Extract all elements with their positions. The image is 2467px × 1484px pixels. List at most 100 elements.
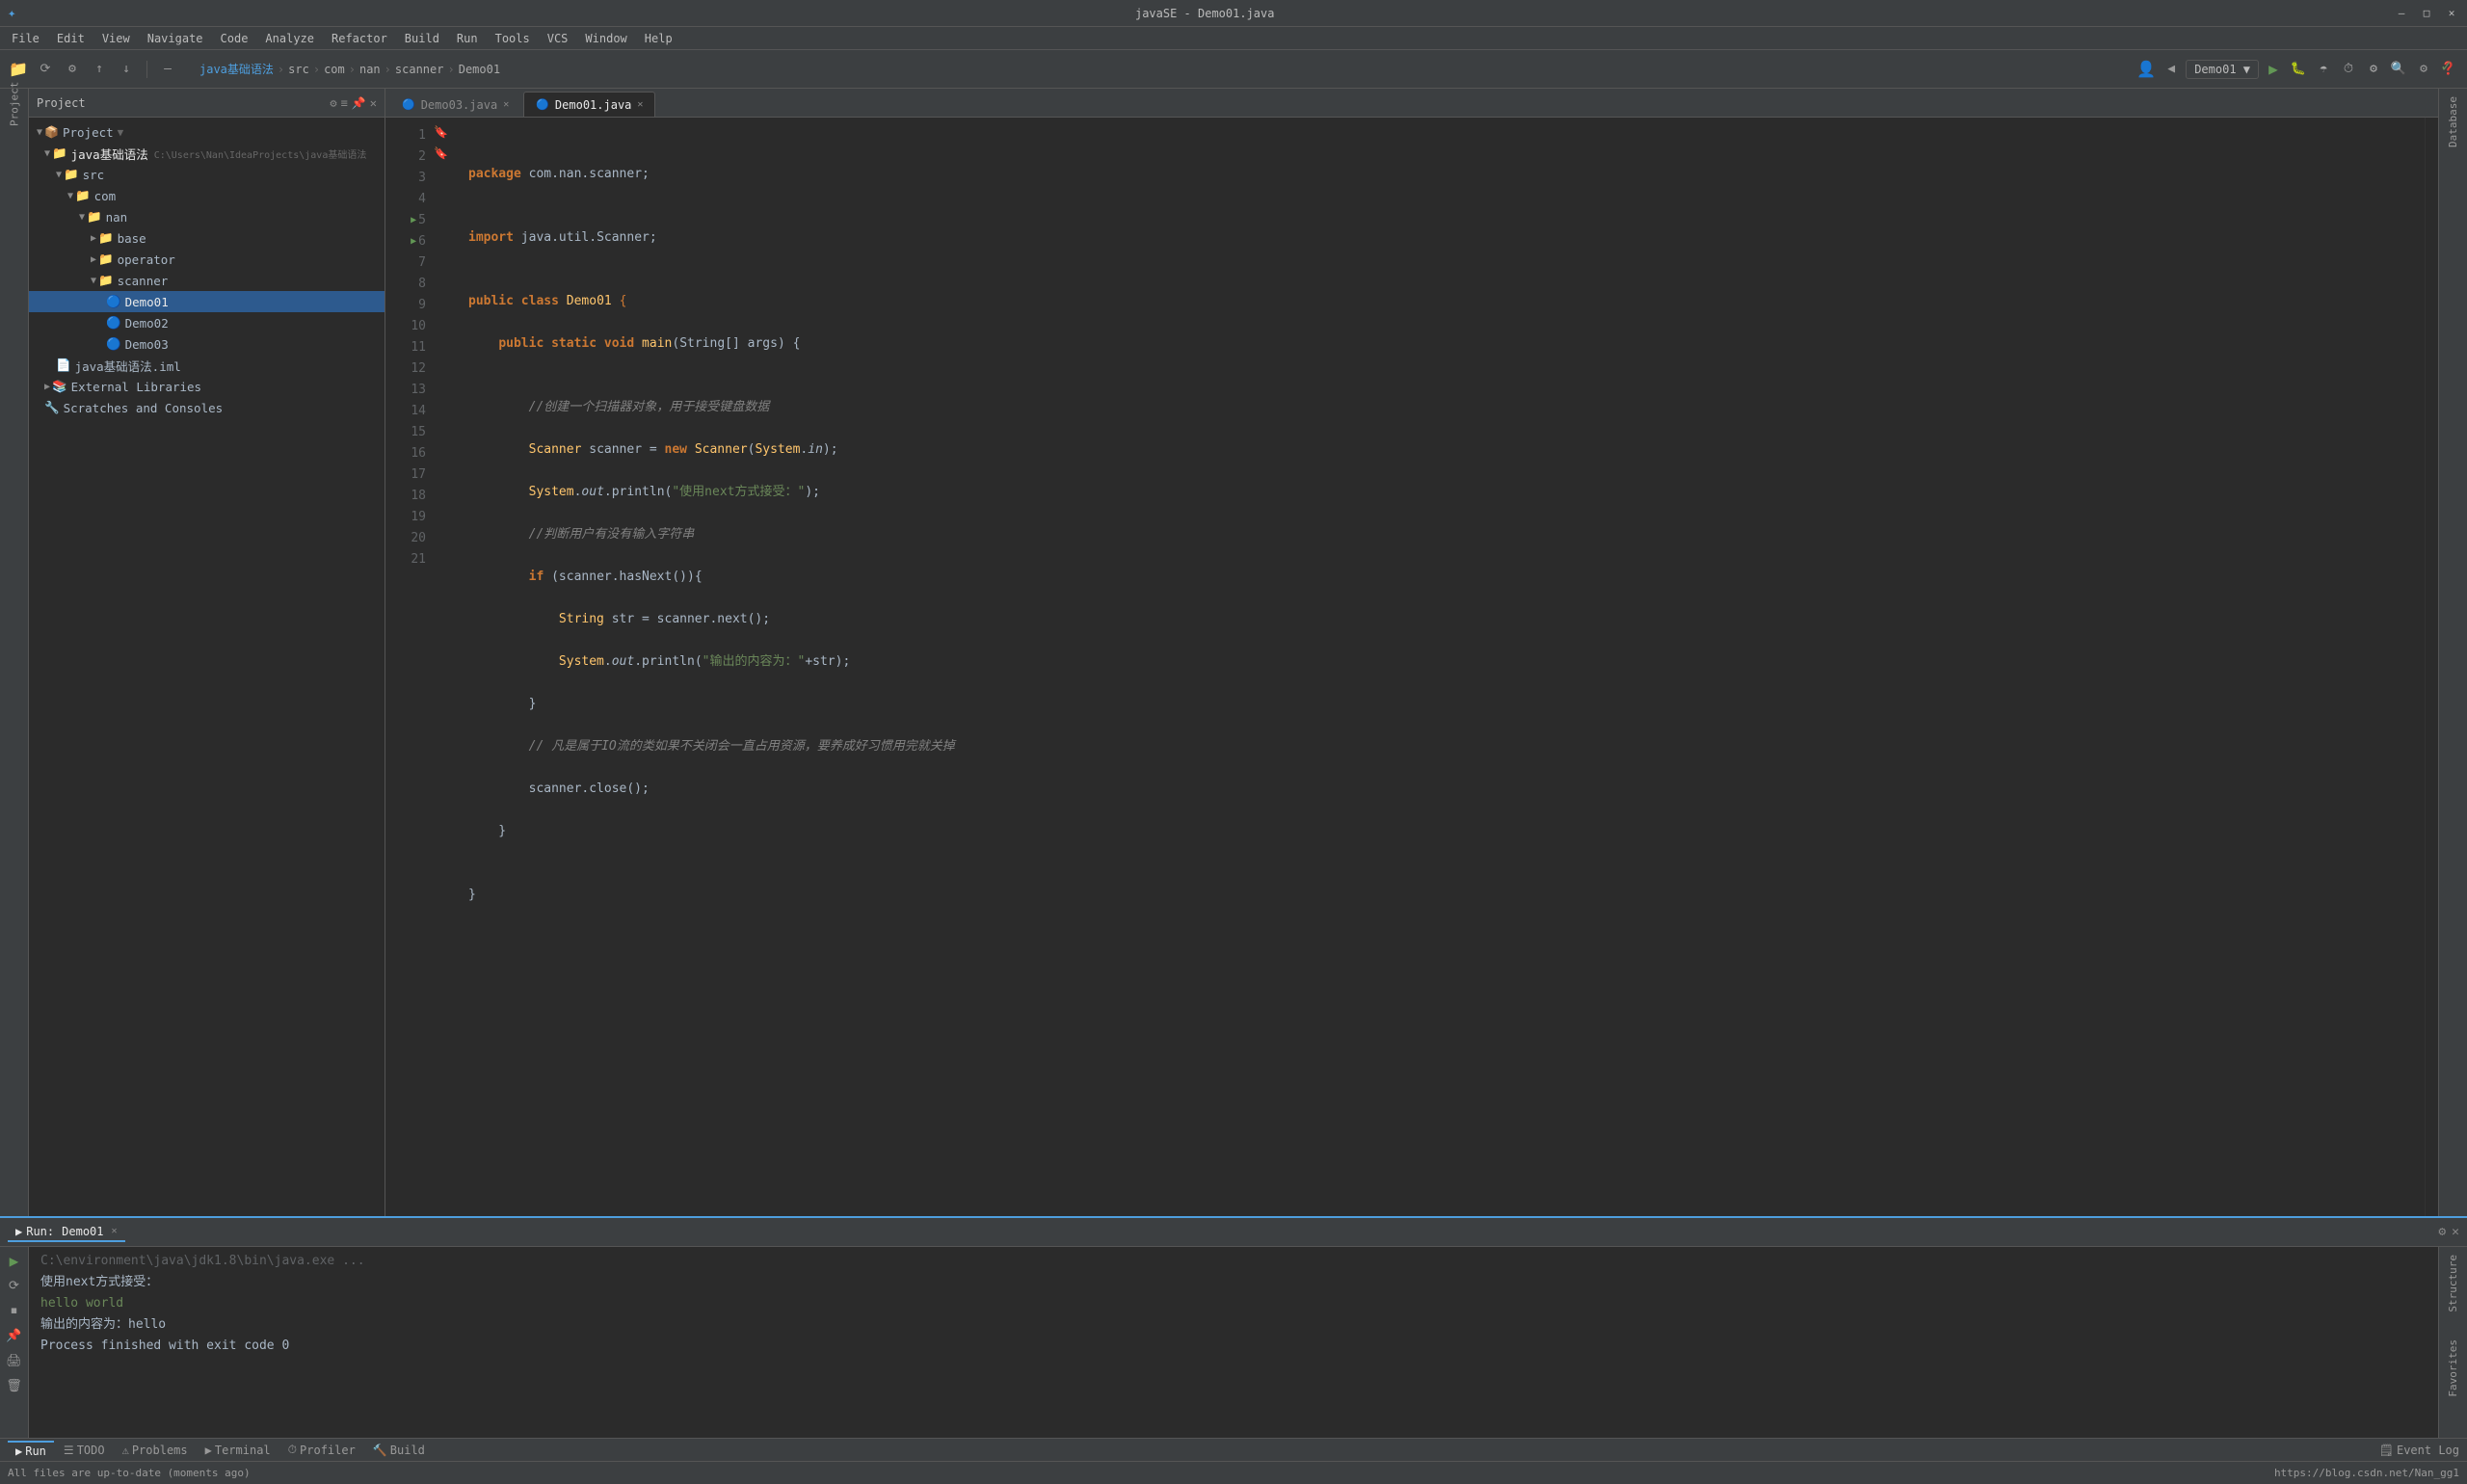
maximize-button[interactable]: □ (2419, 6, 2434, 21)
bc-scanner[interactable]: scanner (395, 63, 444, 76)
code-editor[interactable]: 1234 ▶5 ▶6 7891011 1213141516 1718192021 (385, 118, 2438, 1216)
tab-demo03[interactable]: 🔵 Demo03.java ✕ (389, 92, 521, 117)
menu-run[interactable]: Run (449, 30, 486, 47)
toolbar-minus[interactable]: — (157, 59, 178, 80)
run-config-dropdown[interactable]: Demo01 ▼ (2186, 60, 2259, 79)
minimize-button[interactable]: — (2394, 6, 2409, 21)
toolbar-avatar[interactable]: 👤 (2135, 59, 2157, 80)
run-tabs-left: ▶ Run: Demo01 ✕ (8, 1223, 125, 1242)
menu-tools[interactable]: Tools (488, 30, 538, 47)
menu-file[interactable]: File (4, 30, 47, 47)
menu-view[interactable]: View (94, 30, 138, 47)
run-trash-icon[interactable]: 🗑 (5, 1376, 24, 1395)
menu-vcs[interactable]: VCS (540, 30, 576, 47)
tree-operator[interactable]: ▶ 📁 operator (29, 249, 385, 270)
run-command-line: C:\environment\java\jdk1.8\bin\java.exe … (40, 1251, 2427, 1272)
bc-com[interactable]: com (324, 63, 345, 76)
tree-demo01[interactable]: 🔵 Demo01 (29, 291, 385, 312)
right-sidebar-icons: Database (2438, 89, 2467, 1216)
menu-code[interactable]: Code (213, 30, 256, 47)
project-close-icon[interactable]: ✕ (370, 96, 377, 110)
run-content: ▶ ⟳ ⏹ 📌 🖨 🗑 C:\environment\java\jdk1.8\b… (0, 1247, 2467, 1438)
bc-nan[interactable]: nan (359, 63, 381, 76)
tab-demo01-close[interactable]: ✕ (637, 99, 643, 110)
menu-build[interactable]: Build (397, 30, 447, 47)
status-left: All files are up-to-date (moments ago) (8, 1467, 251, 1479)
run-config-edit[interactable]: ⚙ (2363, 59, 2384, 80)
toolbar-up[interactable]: ↑ (89, 59, 110, 80)
sidebar-project-tab[interactable]: Project (3, 93, 26, 116)
tree-external-libs[interactable]: ▶ 📚 External Libraries (29, 376, 385, 397)
tree-demo02[interactable]: 🔵 Demo02 (29, 312, 385, 333)
bottom-todo-tab[interactable]: ☰TODO (56, 1442, 113, 1459)
coverage-button[interactable]: ☂ (2313, 59, 2334, 80)
project-panel: Project ⚙ ≡ 📌 ✕ ▼ 📦 Project ▼ ▼ 📁 java基础… (29, 89, 385, 1216)
favorites-tab[interactable]: Favorites (2443, 1336, 2463, 1401)
toolbar-gear[interactable]: ⚙ (2413, 59, 2434, 80)
menu-window[interactable]: Window (577, 30, 634, 47)
tab-demo03-close[interactable]: ✕ (503, 99, 509, 110)
bc-src[interactable]: src (288, 63, 309, 76)
project-pin-icon[interactable]: 📌 (352, 96, 366, 110)
code-content[interactable]: package com.nan.scanner; import java.uti… (453, 118, 2425, 1216)
run-close-icon[interactable]: ✕ (2452, 1225, 2459, 1239)
toolbar-down[interactable]: ↓ (116, 59, 137, 80)
run-pin-icon[interactable]: 📌 (5, 1326, 24, 1345)
project-header-actions: ⚙ ≡ 📌 ✕ (330, 96, 377, 110)
tree-scratches[interactable]: 🔧 Scratches and Consoles (29, 397, 385, 418)
run-print-icon[interactable]: 🖨 (5, 1351, 24, 1370)
bottom-problems-tab[interactable]: ⚠Problems (115, 1442, 196, 1459)
structure-panel: Structure Favorites (2438, 1247, 2467, 1438)
menu-refactor[interactable]: Refactor (324, 30, 395, 47)
bc-project[interactable]: java基础语法 (199, 61, 274, 77)
debug-button[interactable]: 🐛 (2288, 59, 2309, 80)
tree-demo03[interactable]: 🔵 Demo03 (29, 333, 385, 355)
bottom-profiler-tab[interactable]: ⏱Profiler (280, 1441, 363, 1459)
profile-button[interactable]: ⏱ (2338, 59, 2359, 80)
title-left: ✦ (8, 6, 15, 21)
run-stop-icon[interactable]: ⏹ (5, 1301, 24, 1320)
run-tab-close[interactable]: ✕ (112, 1226, 118, 1236)
bottom-build-tab[interactable]: 🔨Build (365, 1442, 433, 1459)
event-log-btn[interactable]: 🗒Event Log (2379, 1444, 2459, 1457)
project-expand-icon[interactable]: ≡ (341, 96, 348, 110)
project-gear-icon[interactable]: ⚙ (330, 96, 336, 110)
run-button[interactable]: ▶ (2263, 59, 2284, 80)
menu-edit[interactable]: Edit (49, 30, 93, 47)
tab-demo03-label: Demo03.java (421, 98, 497, 112)
tree-iml[interactable]: 📄 java基础语法.iml (29, 355, 385, 376)
menu-analyze[interactable]: Analyze (257, 30, 322, 47)
statusbar: All files are up-to-date (moments ago) h… (0, 1461, 2467, 1484)
gutter: 🔖 🔖 (434, 118, 453, 1216)
menu-help[interactable]: Help (637, 30, 680, 47)
app-icon: ✦ (8, 6, 15, 21)
toolbar-back[interactable]: ◀ (2161, 59, 2182, 80)
run-output: C:\environment\java\jdk1.8\bin\java.exe … (29, 1247, 2438, 1438)
tree-com[interactable]: ▼ 📁 com (29, 185, 385, 206)
close-button[interactable]: ✕ (2444, 6, 2459, 21)
tree-java-project[interactable]: ▼ 📁 java基础语法 C:\Users\Nan\IdeaProjects\j… (29, 143, 385, 164)
run-rerun-icon[interactable]: ⟳ (5, 1276, 24, 1295)
bc-demo01[interactable]: Demo01 (459, 63, 500, 76)
structure-tab[interactable]: Structure (2443, 1251, 2463, 1316)
tree-nan[interactable]: ▼ 📁 nan (29, 206, 385, 227)
toolbar-project-icon[interactable]: 📁 (8, 59, 29, 80)
toolbar-config[interactable]: ⚙ (62, 59, 83, 80)
run-input-line: hello world (40, 1293, 2427, 1314)
titlebar: ✦ javaSE - Demo01.java — □ ✕ (0, 0, 2467, 27)
project-header: Project ⚙ ≡ 📌 ✕ (29, 89, 385, 118)
database-tab[interactable]: Database (2443, 93, 2463, 151)
tree-base[interactable]: ▶ 📁 base (29, 227, 385, 249)
menu-navigate[interactable]: Navigate (140, 30, 211, 47)
tree-project-root[interactable]: ▼ 📦 Project ▼ (29, 121, 385, 143)
run-play-icon[interactable]: ▶ (5, 1251, 24, 1270)
tab-demo01[interactable]: 🔵 Demo01.java ✕ (523, 92, 655, 117)
tree-scanner[interactable]: ▼ 📁 scanner (29, 270, 385, 291)
bottom-terminal-tab[interactable]: ▶Terminal (198, 1442, 279, 1459)
run-settings-icon[interactable]: ⚙ (2438, 1225, 2446, 1239)
bottom-run-tab[interactable]: ▶Run (8, 1441, 54, 1460)
toolbar-sync[interactable]: ⟳ (35, 59, 56, 80)
tree-src[interactable]: ▼ 📁 src (29, 164, 385, 185)
toolbar-search[interactable]: 🔍 (2388, 59, 2409, 80)
run-tab-run[interactable]: ▶ Run: Demo01 ✕ (8, 1223, 125, 1242)
